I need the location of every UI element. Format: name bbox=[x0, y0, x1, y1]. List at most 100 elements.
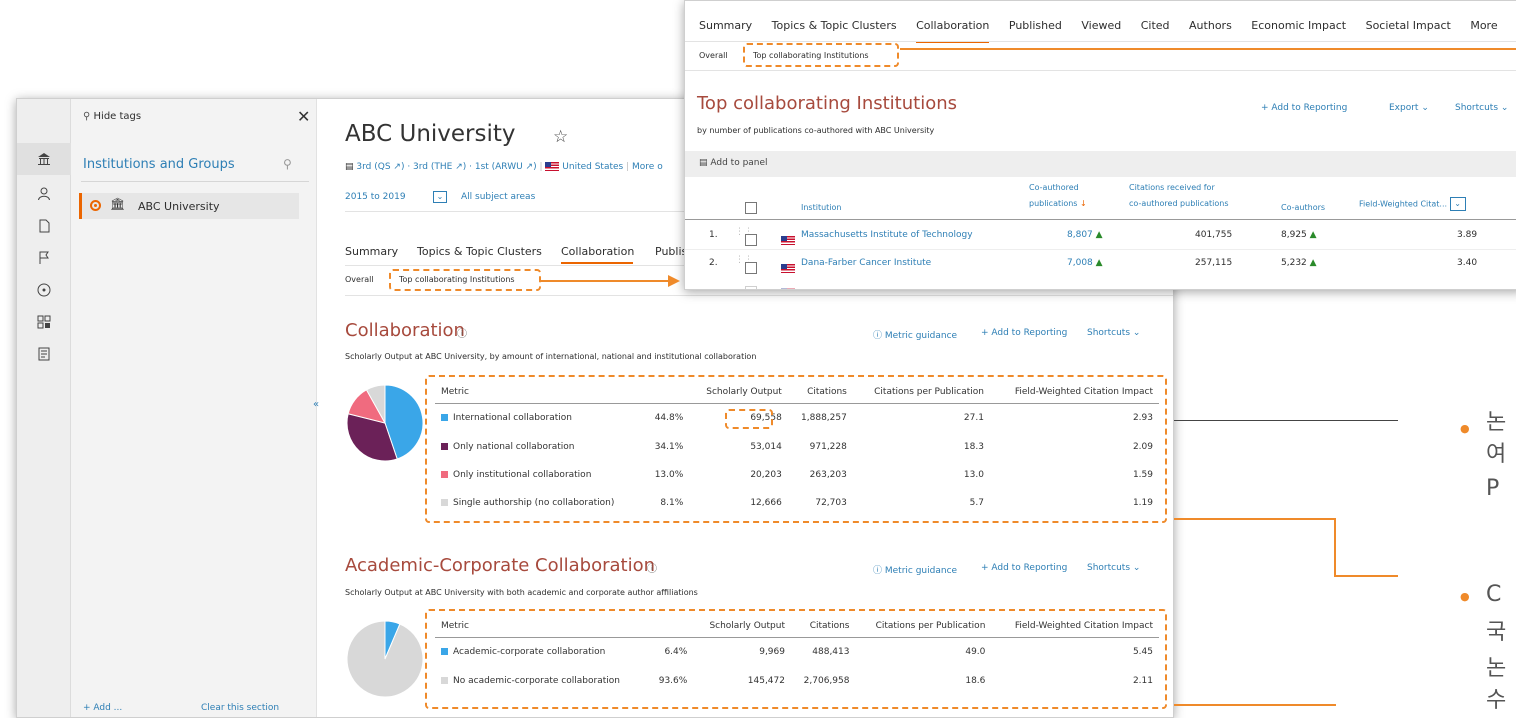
highlight-box bbox=[389, 269, 541, 291]
col-citations-line1[interactable]: Citations received for bbox=[1129, 183, 1215, 192]
sidebar-item-abc-university[interactable]: 🏛 ABC University bbox=[79, 193, 299, 219]
search-icon[interactable]: ⚲ bbox=[283, 157, 292, 171]
tab-authors[interactable]: Authors bbox=[1189, 19, 1232, 32]
collaboration-pie-chart bbox=[346, 384, 424, 462]
fwci-value: 3.40 bbox=[1457, 258, 1478, 268]
callout-line bbox=[1174, 420, 1398, 421]
table-row[interactable]: 2. ⋮⋮ Dana-Farber Cancer Institute 7,008… bbox=[685, 255, 1516, 275]
highlight-box bbox=[743, 43, 899, 67]
tab-viewed[interactable]: Viewed bbox=[1081, 19, 1121, 32]
tab-published[interactable]: Publis bbox=[655, 245, 687, 258]
pubs-link[interactable]: 7,008 ▲ bbox=[1067, 258, 1103, 268]
rank-icon: ▤ bbox=[345, 162, 354, 172]
citations-value: 72,703 bbox=[815, 498, 847, 508]
country-link[interactable]: United States bbox=[562, 162, 623, 172]
output-link[interactable]: 12,666 bbox=[689, 489, 788, 517]
tab-cited[interactable]: Cited bbox=[1141, 19, 1170, 32]
metric-guidance-link[interactable]: ⓘ Metric guidance bbox=[873, 563, 957, 576]
row-checkbox[interactable] bbox=[745, 229, 757, 248]
col-coauthored-line2[interactable]: publications ↓ bbox=[1029, 199, 1087, 208]
table-row[interactable]: 1. ⋮⋮ Massachusetts Institute of Technol… bbox=[685, 227, 1516, 247]
col-coauthored-line1[interactable]: Co-authored bbox=[1029, 183, 1079, 192]
page-title: ABC University bbox=[345, 121, 516, 147]
hide-tags-button[interactable]: ⚲ Hide tags bbox=[83, 111, 141, 122]
tab-topics[interactable]: Topics & Topic Clusters bbox=[417, 245, 542, 258]
fwci-value: 2.11 bbox=[1132, 676, 1153, 686]
percent-value: 34.1% bbox=[654, 442, 684, 452]
compass-icon[interactable] bbox=[33, 279, 55, 301]
tab-collaboration[interactable]: Collaboration bbox=[916, 19, 990, 43]
output-link[interactable]: 145,472 bbox=[693, 667, 791, 695]
output-link[interactable]: 20,203 bbox=[689, 461, 788, 489]
report-icon[interactable] bbox=[33, 343, 55, 365]
pie-slice bbox=[346, 620, 424, 698]
col-scholarly-output: Scholarly Output bbox=[693, 615, 791, 638]
col-institution[interactable]: Institution bbox=[801, 203, 842, 212]
institution-icon[interactable] bbox=[17, 143, 71, 175]
add-to-panel-button[interactable]: ▤ Add to panel bbox=[699, 158, 768, 168]
add-to-reporting-link[interactable]: + Add to Reporting bbox=[981, 328, 1067, 338]
fwci-value: 5.45 bbox=[1132, 647, 1153, 658]
institution-link[interactable]: Massachusetts Institute of Technology bbox=[801, 230, 973, 240]
chevron-down-icon[interactable]: ⌄ bbox=[1449, 197, 1466, 211]
export-menu[interactable]: Export ⌄ bbox=[1389, 103, 1429, 113]
trend-up-icon: ▲ bbox=[1095, 258, 1103, 268]
arrow-icon bbox=[668, 275, 680, 287]
trend-up-icon: ▲ bbox=[1309, 230, 1317, 240]
row-checkbox[interactable] bbox=[745, 257, 757, 276]
us-flag-icon bbox=[781, 258, 795, 277]
percent-value: 6.4% bbox=[664, 647, 688, 658]
subtab-overall[interactable]: Overall bbox=[345, 275, 374, 284]
shortcuts-menu[interactable]: Shortcuts ⌄ bbox=[1455, 103, 1508, 113]
chevron-down-icon[interactable]: ⌄ bbox=[433, 191, 447, 203]
output-link[interactable]: 9,969 bbox=[693, 637, 791, 667]
citations-value: 263,203 bbox=[809, 470, 847, 480]
tab-topics[interactable]: Topics & Topic Clusters bbox=[772, 19, 897, 32]
add-link[interactable]: + Add ... bbox=[83, 703, 122, 713]
tab-more[interactable]: More bbox=[1470, 19, 1497, 32]
col-coauthors[interactable]: Co-authors bbox=[1281, 203, 1325, 212]
close-icon[interactable]: ✕ bbox=[297, 107, 310, 126]
pubs-link[interactable]: 8,807 ▲ bbox=[1067, 230, 1103, 240]
connector-line bbox=[900, 48, 1516, 50]
percent-value: 13.0% bbox=[654, 470, 684, 480]
ranking-text[interactable]: 3rd (QS ↗) · 3rd (THE ↗) · 1st (ARWU ↗) bbox=[356, 162, 536, 172]
info-icon[interactable]: ⓘ bbox=[457, 325, 467, 340]
metric-name: International collaboration bbox=[453, 413, 572, 424]
shortcuts-menu[interactable]: Shortcuts ⌄ bbox=[1087, 563, 1140, 573]
metric-guidance-link[interactable]: ⓘ Metric guidance bbox=[873, 328, 957, 341]
person-icon[interactable] bbox=[33, 183, 55, 205]
academic-subtitle: Scholarly Output at ABC University with … bbox=[345, 588, 698, 597]
tab-collaboration[interactable]: Collaboration bbox=[561, 245, 634, 258]
clear-section-link[interactable]: Clear this section bbox=[201, 703, 279, 713]
metric-name: Only institutional collaboration bbox=[453, 470, 592, 480]
select-all-checkbox[interactable] bbox=[745, 197, 757, 216]
col-cpp: Citations per Publication bbox=[852, 381, 990, 404]
trend-up-icon: ▲ bbox=[1095, 230, 1103, 240]
add-to-reporting-link[interactable]: + Add to Reporting bbox=[981, 563, 1067, 573]
tab-published[interactable]: Published bbox=[1009, 19, 1062, 32]
legend-swatch bbox=[441, 499, 448, 506]
output-link[interactable]: 53,014 bbox=[689, 433, 788, 461]
subtab-overall[interactable]: Overall bbox=[699, 51, 728, 60]
info-icon[interactable]: ⓘ bbox=[647, 560, 657, 575]
sidebar-item-label: ABC University bbox=[138, 200, 220, 213]
tab-societal-impact[interactable]: Societal Impact bbox=[1366, 19, 1451, 32]
add-to-reporting-link[interactable]: + Add to Reporting bbox=[1261, 103, 1347, 113]
subject-selector[interactable]: All subject areas bbox=[461, 192, 535, 202]
tab-summary[interactable]: Summary bbox=[699, 19, 752, 32]
year-range[interactable]: 2015 to 2019 bbox=[345, 192, 406, 202]
flag-icon[interactable] bbox=[33, 247, 55, 269]
tab-economic-impact[interactable]: Economic Impact bbox=[1251, 19, 1346, 32]
institution-link[interactable]: Dana-Farber Cancer Institute bbox=[801, 258, 931, 268]
star-icon[interactable]: ☆ bbox=[553, 127, 568, 147]
col-citations-line2[interactable]: co-authored publications bbox=[1129, 199, 1229, 208]
tab-summary[interactable]: Summary bbox=[345, 245, 398, 258]
table-row: No academic-corporate collaboration 93.6… bbox=[435, 667, 1159, 695]
more-link[interactable]: More o bbox=[632, 162, 663, 172]
bullet-icon: ● bbox=[1460, 422, 1470, 435]
col-fwci[interactable]: Field-Weighted Citat... ⌄ bbox=[1359, 197, 1466, 211]
shortcuts-menu[interactable]: Shortcuts ⌄ bbox=[1087, 328, 1140, 338]
dashboard-icon[interactable] bbox=[33, 311, 55, 333]
document-icon[interactable] bbox=[33, 215, 55, 237]
